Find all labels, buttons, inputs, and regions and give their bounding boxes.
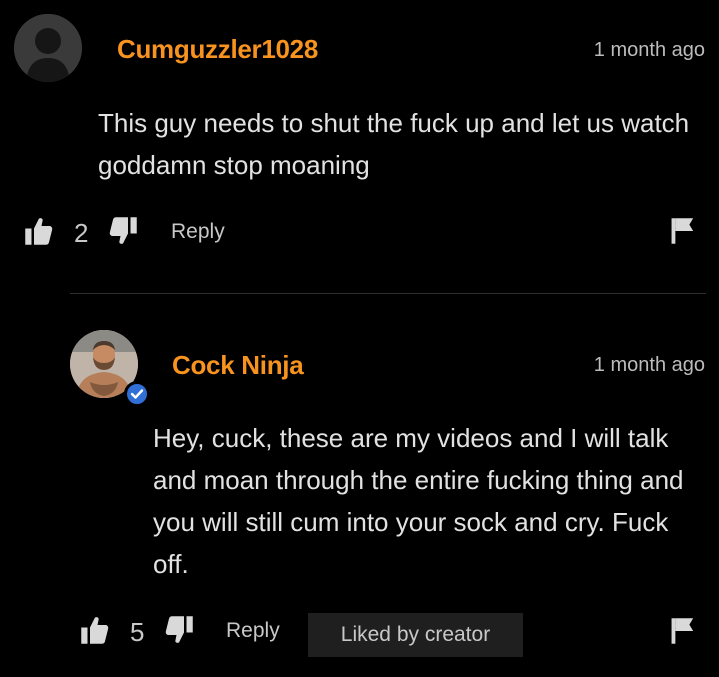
like-count: 5 [130, 617, 145, 647]
reply-username[interactable]: Cock Ninja [172, 350, 304, 381]
thumbs-down-icon[interactable] [164, 615, 194, 645]
verified-check-icon [130, 389, 144, 399]
like-count: 2 [74, 218, 89, 248]
comment-text: This guy needs to shut the fuck up and l… [98, 108, 690, 180]
verified-badge [124, 381, 150, 407]
comment-username[interactable]: Cumguzzler1028 [117, 34, 318, 65]
reply-button[interactable]: Reply [226, 619, 280, 643]
liked-by-creator-badge: Liked by creator [308, 613, 523, 657]
thumbs-up-icon[interactable] [80, 615, 110, 645]
default-avatar-icon [14, 14, 82, 82]
flag-icon[interactable] [670, 217, 696, 245]
comment-timestamp: 1 month ago [593, 39, 705, 61]
reply-button[interactable]: Reply [171, 220, 225, 244]
thumbs-up-icon[interactable] [24, 216, 54, 246]
comment-divider [70, 293, 706, 294]
avatar[interactable] [14, 14, 82, 82]
flag-icon[interactable] [670, 617, 696, 645]
reply-timestamp: 1 month ago [593, 354, 705, 376]
thumbs-down-icon[interactable] [108, 216, 138, 246]
reply-text: Hey, cuck, these are my videos and I wil… [153, 423, 684, 579]
